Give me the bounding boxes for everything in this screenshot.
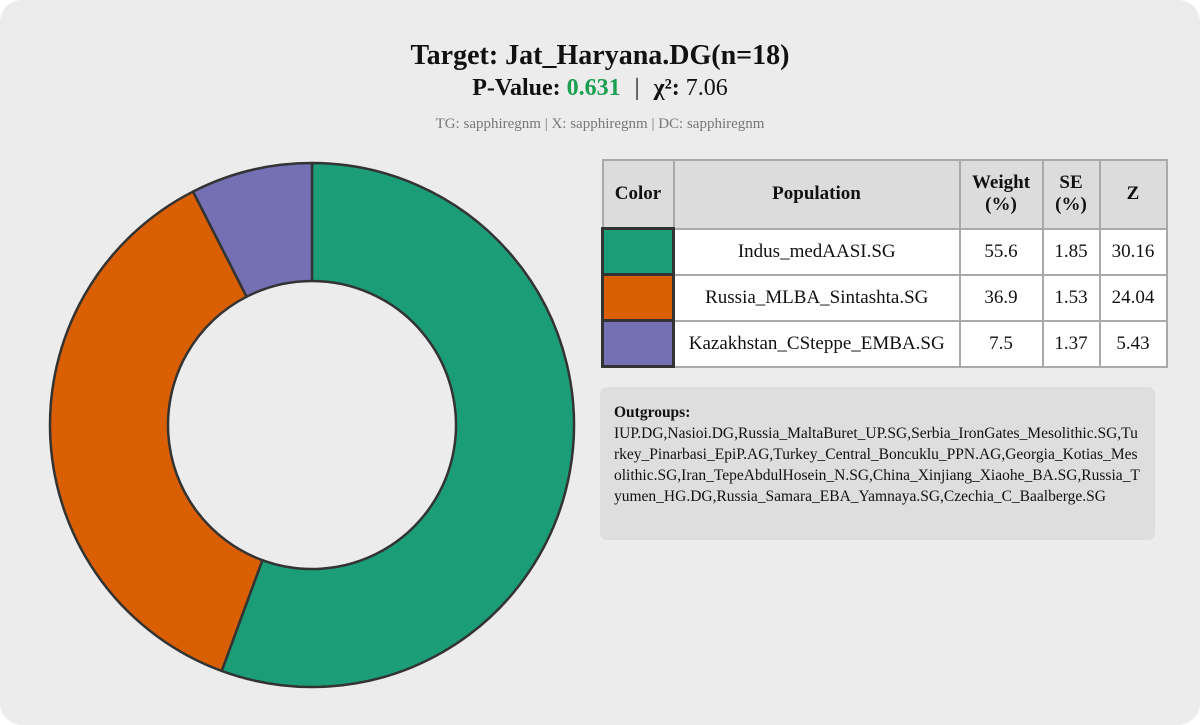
table-row: Russia_MLBA_Sintashta.SG 36.9 1.53 24.04	[601, 273, 1168, 322]
weight-cell: 55.6	[958, 227, 1044, 276]
header-color: Color	[601, 159, 675, 230]
table-header-row: Color Population Weight (%) SE (%) Z	[601, 159, 1168, 230]
header-population: Population	[672, 159, 961, 230]
table-row: Indus_medAASI.SG 55.6 1.85 30.16	[601, 227, 1168, 276]
population-cell: Russia_MLBA_Sintashta.SG	[672, 273, 961, 322]
donut-chart	[48, 161, 576, 689]
table-row: Kazakhstan_CSteppe_EMBA.SG 7.5 1.37 5.43	[601, 319, 1168, 368]
z-cell: 30.16	[1098, 227, 1168, 276]
z-cell: 24.04	[1098, 273, 1168, 322]
outgroups-title: Outgroups:	[614, 404, 691, 421]
weight-cell: 36.9	[958, 273, 1044, 322]
chi-square-label: χ²:	[653, 75, 680, 101]
header-z: Z	[1098, 159, 1168, 230]
population-cell: Indus_medAASI.SG	[672, 227, 961, 276]
chi-square-value: 7.06	[685, 75, 728, 101]
color-swatch	[601, 227, 675, 276]
pvalue-value: 0.631	[566, 75, 621, 101]
header-weight: Weight (%)	[958, 159, 1044, 230]
result-card: Target: Jat_Haryana.DG(n=18) P-Value: 0.…	[0, 0, 1200, 725]
header-se: SE (%)	[1041, 159, 1101, 230]
weight-cell: 7.5	[958, 319, 1044, 368]
population-table: Color Population Weight (%) SE (%) Z Ind…	[601, 159, 1168, 368]
outgroups-panel: Outgroups: IUP.DG,Nasioi.DG,Russia_Malta…	[600, 387, 1155, 540]
color-swatch	[601, 273, 675, 322]
se-cell: 1.53	[1041, 273, 1101, 322]
se-cell: 1.37	[1041, 319, 1101, 368]
se-cell: 1.85	[1041, 227, 1101, 276]
color-swatch	[601, 319, 675, 368]
pvalue-label: P-Value:	[472, 75, 561, 101]
outgroups-list: IUP.DG,Nasioi.DG,Russia_MaltaBuret_UP.SG…	[614, 425, 1140, 505]
z-cell: 5.43	[1098, 319, 1168, 368]
fit-statistics: P-Value: 0.631 | χ²: 7.06	[0, 75, 1200, 102]
stats-separator: |	[634, 75, 640, 101]
population-cell: Kazakhstan_CSteppe_EMBA.SG	[672, 319, 961, 368]
chart-title: Target: Jat_Haryana.DG(n=18)	[410, 40, 790, 71]
settings-meta: TG: sapphiregnm | X: sapphiregnm | DC: s…	[435, 116, 765, 132]
